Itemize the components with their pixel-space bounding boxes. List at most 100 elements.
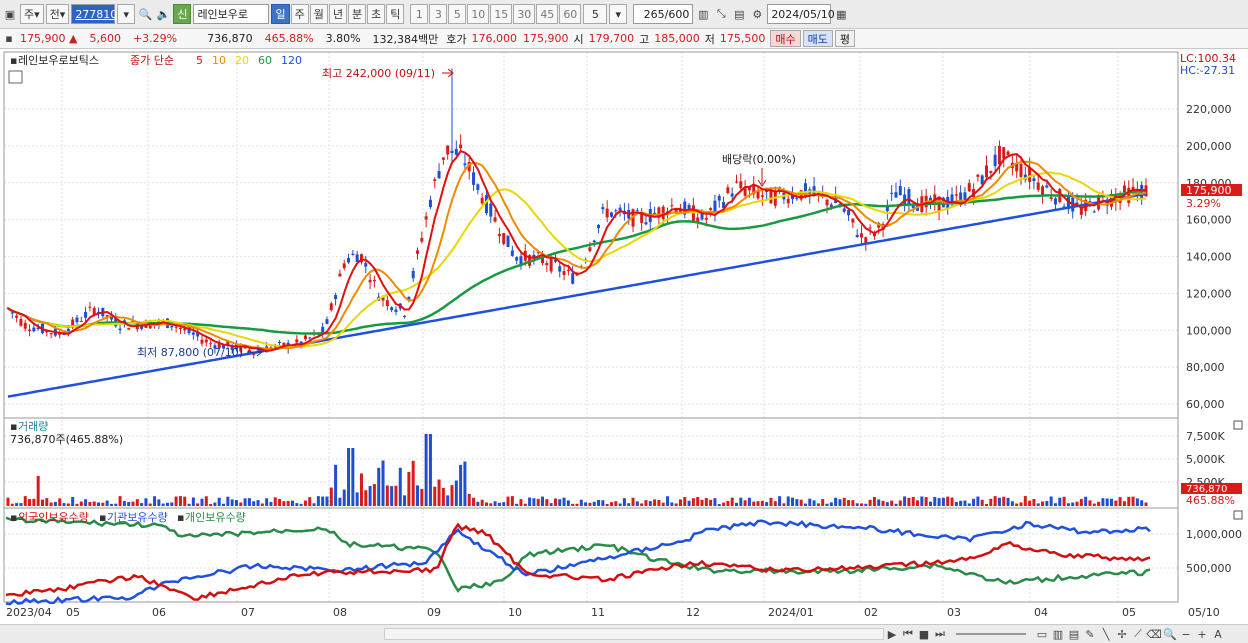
period-button[interactable]: 틱 xyxy=(386,4,405,24)
ma-legend-20[interactable]: 20 xyxy=(235,54,249,67)
volume-bar xyxy=(200,498,204,506)
candle-body xyxy=(170,326,174,328)
x-axis-tick: 05 xyxy=(1122,606,1136,619)
sell-button[interactable]: 매도 xyxy=(802,30,833,47)
erase-icon[interactable]: ⌫ xyxy=(1146,626,1162,642)
date-input[interactable]: 2024/05/10 xyxy=(767,4,835,24)
volume-close-icon[interactable] xyxy=(1233,420,1243,430)
period-button[interactable]: 일 xyxy=(271,4,290,24)
save-icon[interactable]: ▤ xyxy=(731,6,747,22)
ma-line-120 xyxy=(7,192,1147,398)
volume-bar xyxy=(980,499,984,506)
market-select-label: 전 xyxy=(49,8,60,21)
calendar-icon[interactable]: ▦ xyxy=(833,6,849,22)
code-dropdown-button[interactable]: ▾ xyxy=(117,4,136,24)
trend-icon[interactable]: ⟋ xyxy=(1130,626,1146,642)
cursor-icon[interactable]: ✢ xyxy=(1114,626,1130,642)
buy-button[interactable]: 매수 xyxy=(770,30,801,47)
minute-button[interactable]: 1 xyxy=(410,4,429,24)
grid-toggle-icon[interactable] xyxy=(8,70,23,84)
volume-y-tick: 5,000K xyxy=(1186,453,1225,466)
rewind-icon[interactable]: ⏮ xyxy=(900,626,916,642)
stock-name-field[interactable]: 레인보우로 xyxy=(193,4,270,24)
volume-bar xyxy=(144,498,148,506)
minute-buttons: 1 3 5 10 15 30 45 60 xyxy=(410,4,582,24)
candle-body xyxy=(454,148,458,155)
line-icon[interactable]: ╲ xyxy=(1098,626,1114,642)
count-dropdown-button[interactable]: ▾ xyxy=(609,4,628,24)
draw-icon[interactable]: ✎ xyxy=(1082,626,1098,642)
minute-button[interactable]: 60 xyxy=(559,4,582,24)
ma-legend-10[interactable]: 10 xyxy=(212,54,226,67)
volume-bar xyxy=(92,501,96,506)
period-button[interactable]: 주 xyxy=(290,4,309,24)
candle-icon[interactable]: ▥ xyxy=(695,6,711,22)
minute-button[interactable]: 3 xyxy=(429,4,448,24)
candle-body xyxy=(515,257,519,261)
search-icon[interactable]: 🔍 xyxy=(137,6,153,22)
volume-bar xyxy=(510,496,514,506)
candle-body xyxy=(717,195,721,201)
volume-bar xyxy=(916,500,920,506)
ma-legend-120[interactable]: 120 xyxy=(281,54,302,67)
period-button[interactable]: 년 xyxy=(328,4,347,24)
volume-pct-tag: 465.88% xyxy=(1186,494,1235,507)
eval-button[interactable]: 평 xyxy=(834,30,856,47)
candle-body xyxy=(489,203,493,217)
ma-legend-5[interactable]: 5 xyxy=(196,54,203,67)
candle-body xyxy=(1045,185,1049,188)
candle-body xyxy=(860,233,863,238)
minute-button[interactable]: 10 xyxy=(467,4,490,24)
market-type-select[interactable]: 주 ▾ xyxy=(20,4,44,24)
volume-bar xyxy=(795,499,799,506)
volume-bar xyxy=(532,498,536,506)
plus-icon[interactable]: + xyxy=(1194,626,1210,642)
volume-bar xyxy=(312,503,316,506)
minute-button[interactable]: 15 xyxy=(490,4,513,24)
minute-button[interactable]: 45 xyxy=(536,4,559,24)
minus-icon[interactable]: − xyxy=(1178,626,1194,642)
range-total: /600 xyxy=(664,7,690,21)
candle-body xyxy=(907,189,911,204)
x-axis-tick: 05 xyxy=(66,606,80,619)
quote-menu-icon[interactable]: ▪ xyxy=(4,31,14,47)
panel-icon[interactable]: ▤ xyxy=(1066,626,1082,642)
stock-code-input[interactable]: 277810 xyxy=(71,4,117,24)
volume-title[interactable]: 거래량 xyxy=(18,420,48,433)
zoom-icon[interactable]: ⤡ xyxy=(713,6,729,22)
layout-icon[interactable]: ▭ xyxy=(1034,626,1050,642)
minute-button[interactable]: 30 xyxy=(513,4,536,24)
volume-bar xyxy=(898,500,902,506)
search-icon[interactable]: 🔍 xyxy=(1162,626,1178,642)
volume-bar xyxy=(1053,503,1057,506)
holding-close-icon[interactable] xyxy=(1233,510,1243,520)
holding-legend-item[interactable]: 개인보유수량 xyxy=(185,511,246,524)
period-button[interactable]: 초 xyxy=(367,4,386,24)
speaker-icon[interactable]: 🔈 xyxy=(155,6,171,22)
volume-bar xyxy=(127,502,131,506)
volume-bar xyxy=(523,503,527,506)
window-icon[interactable]: ▣ xyxy=(2,6,18,22)
ma-legend-60[interactable]: 60 xyxy=(258,54,272,67)
period-button[interactable]: 분 xyxy=(347,4,367,24)
gear-icon[interactable]: ⚙ xyxy=(749,6,765,22)
period-button[interactable]: 월 xyxy=(309,4,328,24)
indicator-label[interactable]: 종가 단순 xyxy=(130,54,174,67)
holding-legend-item[interactable]: 기관보유수량 xyxy=(107,511,168,524)
stop-icon[interactable]: ■ xyxy=(916,626,932,642)
font-icon[interactable]: A xyxy=(1210,626,1226,642)
minute-button[interactable]: 5 xyxy=(448,4,467,24)
stock-chart[interactable]: 220,000200,000180,000160,000140,000120,0… xyxy=(0,50,1248,624)
volume-bar xyxy=(247,498,251,506)
holding-legend-item[interactable]: 외국인보유수량 xyxy=(18,511,89,524)
split-icon[interactable]: ▥ xyxy=(1050,626,1066,642)
stock-label[interactable]: 레인보우로보틱스 xyxy=(18,54,99,67)
play-icon[interactable]: ▶ xyxy=(884,626,900,642)
horizontal-scrollbar[interactable] xyxy=(384,628,884,640)
market-select[interactable]: 전 ▾ xyxy=(45,4,70,24)
forward-icon[interactable]: ⏭ xyxy=(932,626,948,642)
count-select[interactable]: 5 xyxy=(583,4,608,24)
speed-slider[interactable] xyxy=(956,633,1026,635)
range-input[interactable]: 265/600 xyxy=(633,4,694,24)
volume-bar xyxy=(566,500,570,506)
